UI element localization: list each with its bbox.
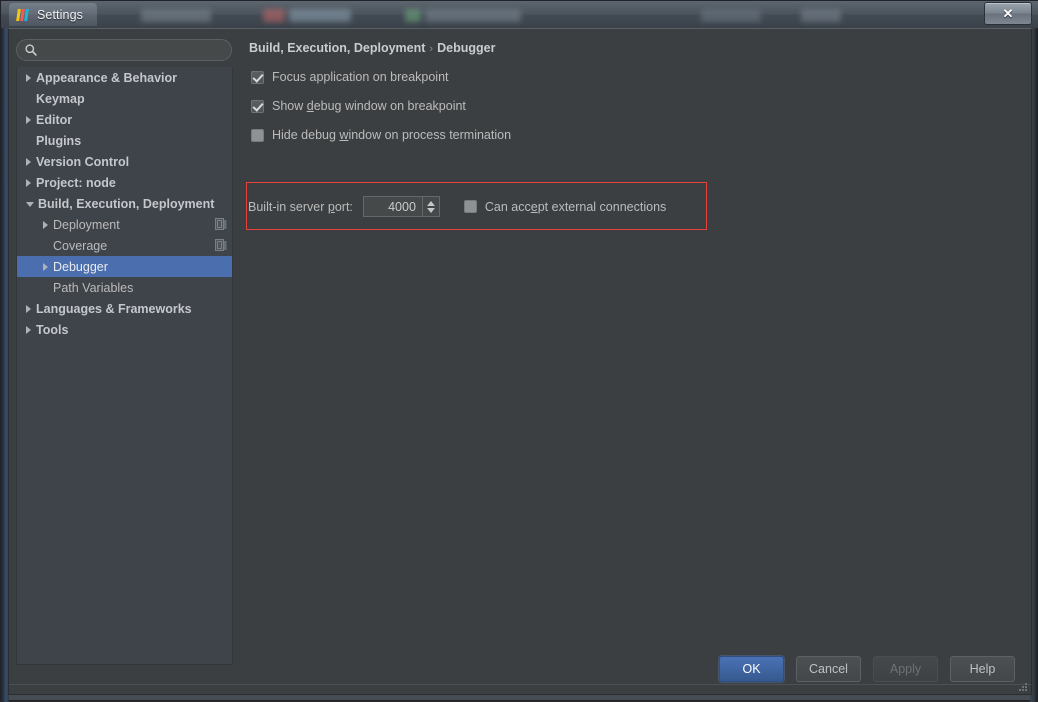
settings-window: Settings ✕ Appearance & Behavior Keymap Ed… <box>0 0 1038 702</box>
sidebar-item-label: Debugger <box>53 259 108 274</box>
breadcrumb: Build, Execution, Deployment › Debugger <box>249 41 495 55</box>
sidebar-item-project-node[interactable]: Project: node <box>17 172 232 193</box>
chevron-right-icon[interactable] <box>43 262 48 271</box>
builtin-server-port-label: Built-in server port: <box>248 199 353 214</box>
checkbox-show-debug-window-on-breakpoint[interactable]: Show debug window on breakpoint <box>251 99 466 113</box>
resize-grip-icon[interactable] <box>1016 680 1028 692</box>
sidebar-item-appearance-behavior[interactable]: Appearance & Behavior <box>17 67 232 88</box>
breadcrumb-separator-icon: › <box>429 43 434 55</box>
sidebar-item-label: Plugins <box>36 133 82 148</box>
search-input[interactable] <box>16 39 232 61</box>
background-blur-artifact <box>141 9 211 22</box>
sidebar-item-build-execution-deployment[interactable]: Build, Execution, Deployment <box>17 193 232 214</box>
settings-tree[interactable]: Appearance & Behavior Keymap Editor Plugins… <box>16 67 233 665</box>
builtin-server-port-spinner[interactable]: 4000 <box>362 196 440 217</box>
checkbox-label: Show debug window on breakpoint <box>272 99 466 113</box>
breadcrumb-parent: Build, Execution, Deployment <box>249 41 426 55</box>
spinner-buttons[interactable] <box>421 197 439 216</box>
window-title-group: Settings <box>9 3 97 26</box>
checkbox-checked-icon[interactable] <box>251 99 264 113</box>
checkbox-box-icon[interactable] <box>251 128 264 142</box>
sidebar-item-deployment[interactable]: Deployment <box>17 214 232 235</box>
chevron-right-icon[interactable] <box>26 115 31 124</box>
spinner-up-arrow-icon[interactable] <box>426 200 435 206</box>
chevron-right-icon[interactable] <box>26 178 31 187</box>
checkbox-focus-application-on-breakpoint[interactable]: Focus application on breakpoint <box>251 70 449 84</box>
ok-button[interactable]: OK <box>719 656 784 682</box>
search-container <box>16 39 232 61</box>
chevron-right-icon[interactable] <box>26 304 31 313</box>
sidebar-item-keymap[interactable]: Keymap <box>17 88 232 109</box>
cancel-button[interactable]: Cancel <box>796 656 861 682</box>
sidebar-item-plugins[interactable]: Plugins <box>17 130 232 151</box>
dialog-button-bar: OK Cancel Apply Help <box>9 648 1031 694</box>
background-blur-artifact <box>801 9 841 22</box>
sidebar-item-label: Languages & Frameworks <box>36 301 192 316</box>
sidebar-item-label: Appearance & Behavior <box>36 70 178 85</box>
sidebar-item-label: Tools <box>36 322 69 337</box>
chevron-right-icon[interactable] <box>43 220 48 229</box>
chevron-right-icon[interactable] <box>26 73 31 82</box>
background-blur-artifact <box>263 9 285 22</box>
sidebar-item-path-variables[interactable]: Path Variables <box>17 277 232 298</box>
sidebar-item-editor[interactable]: Editor <box>17 109 232 130</box>
button-bar-divider <box>9 684 1031 685</box>
chevron-right-icon[interactable] <box>26 157 31 166</box>
apply-button: Apply <box>873 656 938 682</box>
sidebar-item-label: Deployment <box>53 217 120 232</box>
sidebar-item-version-control[interactable]: Version Control <box>17 151 232 172</box>
builtin-server-port-value[interactable]: 4000 <box>364 200 422 214</box>
sidebar-item-label: Project: node <box>36 175 116 190</box>
help-button[interactable]: Help <box>950 656 1015 682</box>
sidebar-item-debugger[interactable]: Debugger <box>17 256 232 277</box>
checkbox-label: Focus application on breakpoint <box>272 70 449 84</box>
checkbox-hide-debug-window-on-process-termination[interactable]: Hide debug window on process termination <box>251 128 511 142</box>
builtin-server-port-row: Built-in server port: 4000 Can accept ex… <box>248 196 666 217</box>
background-blur-artifact <box>425 9 521 22</box>
breadcrumb-current: Debugger <box>437 41 496 55</box>
intellij-idea-icon <box>16 8 31 22</box>
sidebar-item-label: Keymap <box>36 91 85 106</box>
sidebar-item-label: Coverage <box>53 238 108 253</box>
checkbox-checked-icon[interactable] <box>251 70 264 84</box>
sidebar-item-label: Version Control <box>36 154 130 169</box>
close-window-button[interactable]: ✕ <box>984 2 1032 25</box>
settings-dialog-body: Appearance & Behavior Keymap Editor Plugins… <box>8 28 1032 695</box>
project-scope-icon <box>215 239 227 251</box>
chevron-right-icon[interactable] <box>26 325 31 334</box>
settings-content-panel: Build, Execution, Deployment › Debugger Fo… <box>240 29 1031 664</box>
sidebar-item-label: Editor <box>36 112 73 127</box>
dialog-buttons: OK Cancel Apply Help <box>719 656 1015 682</box>
window-title: Settings <box>37 7 83 22</box>
checkbox-box-icon[interactable] <box>463 200 477 213</box>
checkbox-label: Hide debug window on process termination <box>272 128 512 142</box>
sidebar-item-label: Path Variables <box>53 280 134 295</box>
project-scope-icon <box>215 218 227 230</box>
sidebar-item-languages-frameworks[interactable]: Languages & Frameworks <box>17 298 232 319</box>
background-blur-artifact <box>289 9 351 22</box>
sidebar-item-coverage[interactable]: Coverage <box>17 235 232 256</box>
spinner-down-arrow-icon[interactable] <box>426 207 435 213</box>
title-bar[interactable]: Settings ✕ <box>1 1 1038 28</box>
background-blur-artifact <box>701 9 761 22</box>
can-accept-external-connections-checkbox[interactable]: Can accept external connections <box>463 199 667 214</box>
close-icon: ✕ <box>1002 6 1014 21</box>
can-accept-external-connections-label: Can accept external connections <box>484 199 667 214</box>
sidebar-item-label: Build, Execution, Deployment <box>38 196 215 211</box>
sidebar-item-tools[interactable]: Tools <box>17 319 232 340</box>
chevron-down-icon[interactable] <box>26 202 34 207</box>
background-blur-artifact <box>405 9 421 22</box>
